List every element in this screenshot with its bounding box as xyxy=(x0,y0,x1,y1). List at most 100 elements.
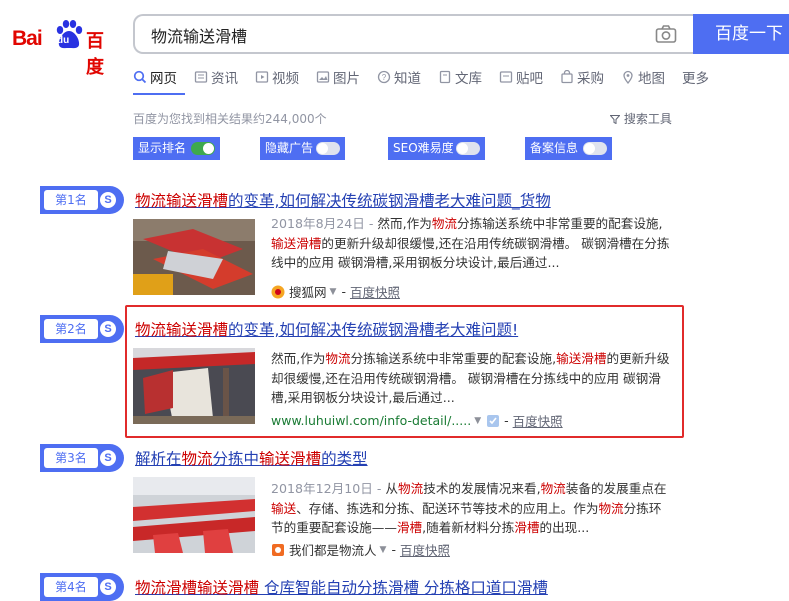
toggle-switch-off[interactable] xyxy=(583,142,607,155)
tab-wenku[interactable]: 文库 xyxy=(438,66,482,88)
sorting-line-image xyxy=(133,477,255,553)
highlighted-keyword: 物流 xyxy=(431,216,457,231)
text-segment: ,随着新材料分拣 xyxy=(422,520,515,535)
result-source: 搜狐网 ▼ - 百度快照 xyxy=(271,282,400,301)
filter-icon xyxy=(609,115,621,125)
result-snippet: 2018年8月24日 - 然而,作为物流分拣输送系统中非常重要的配套设施, 输送滑… xyxy=(271,214,673,273)
tab-label: 视频 xyxy=(272,71,299,87)
rank-label: 第4名 xyxy=(44,577,98,597)
rank-label: 第3名 xyxy=(44,448,98,468)
logo-bai-text: Bai xyxy=(12,27,43,50)
snapshot-link[interactable]: 百度快照 xyxy=(400,540,450,559)
baidu-logo[interactable]: Bai du 百度 xyxy=(12,14,116,78)
text-segment: 然而,作为 xyxy=(377,216,432,231)
dropdown-arrow-icon[interactable]: ▼ xyxy=(380,545,387,555)
seo-icon: S xyxy=(100,192,116,208)
highlighted-keyword: 输送滑槽 xyxy=(259,450,322,468)
search-icon xyxy=(133,70,147,84)
tab-video[interactable]: 视频 xyxy=(255,66,299,88)
tab-label: 图片 xyxy=(333,71,360,87)
toggle-seo-difficulty[interactable]: SEO难易度 xyxy=(388,137,485,160)
text-segment: 从 xyxy=(385,481,399,496)
document-icon xyxy=(439,70,451,84)
highlighted-keyword: 输送 xyxy=(271,500,297,516)
result-source: 我们都是物流人 ▼ - 百度快照 xyxy=(271,540,450,559)
purchase-icon xyxy=(561,70,573,84)
search-tabs: 网页 资讯 视频 图片 ? 知道 文库 贴吧 采购 地图 更多 xyxy=(133,66,726,96)
toggle-label: 隐藏广告 xyxy=(265,141,314,155)
result-title[interactable]: 物流输送滑槽的变革,如何解决传统碳钢滑槽老大难问题_货物 xyxy=(135,189,551,211)
logo-chinese-text: 百度 xyxy=(86,31,104,78)
result-snippet: 2018年12月10日 - 从物流技术的发展情况来看,物流装备的发展重点在输送、… xyxy=(271,479,673,538)
text-segment: 技术的发展情况来看, xyxy=(423,481,541,496)
toggle-show-rank[interactable]: 显示排名 xyxy=(133,137,220,160)
tab-image[interactable]: 图片 xyxy=(316,66,360,88)
dropdown-arrow-icon[interactable]: ▼ xyxy=(330,287,337,297)
text-segment: 、存储、拣选和分拣、配送环节等技术的应用上。作为 xyxy=(296,500,599,516)
tab-label: 地图 xyxy=(638,71,665,87)
tab-web[interactable]: 网页 xyxy=(133,66,177,88)
camera-icon[interactable] xyxy=(655,24,677,44)
text-segment: 装备的发展重点在 xyxy=(565,481,667,496)
highlighted-keyword: 物流 xyxy=(540,481,566,496)
toggle-label: 备案信息 xyxy=(530,141,579,155)
rank-badge: 第4名 S xyxy=(40,573,124,601)
snapshot-link[interactable]: 百度快照 xyxy=(350,282,400,301)
rank-badge: 第3名 S xyxy=(40,444,124,472)
result-title[interactable]: 解析在物流分拣中输送滑槽的类型 xyxy=(135,447,368,469)
text-segment: 的出现... xyxy=(539,520,590,535)
seo-icon: S xyxy=(100,321,116,337)
warehouse-chute-image xyxy=(133,219,255,295)
search-button[interactable]: 百度一下 xyxy=(693,14,789,54)
tab-label: 资讯 xyxy=(211,71,238,87)
svg-text:?: ? xyxy=(382,73,387,82)
question-icon: ? xyxy=(377,70,391,84)
search-tools-link[interactable]: 搜索工具 xyxy=(609,110,672,127)
search-input[interactable] xyxy=(149,16,633,54)
highlighted-keyword: 输送滑槽 xyxy=(271,235,322,251)
result-thumbnail[interactable] xyxy=(133,219,255,295)
result-title[interactable]: 物流滑槽输送滑槽 仓库智能自动分拣滑槽 分拣格口道口滑槽 xyxy=(135,576,548,598)
result-count: 百度为您找到相关结果约244,000个 xyxy=(133,112,327,126)
rank-label: 第1名 xyxy=(44,190,98,210)
tab-label: 更多 xyxy=(682,71,709,87)
source-name[interactable]: 搜狐网 xyxy=(289,282,327,301)
text-segment: 的类型 xyxy=(321,450,368,468)
text-segment: 的更新升级却很缓慢,还在沿用传统碳钢滑槽。 碳钢滑槽在分拣线中的应用 碳钢滑槽,… xyxy=(271,235,670,271)
tab-label: 采购 xyxy=(577,71,604,87)
toggle-switch-on[interactable] xyxy=(191,142,215,155)
highlighted-keyword: 物流 xyxy=(398,481,424,496)
text-segment: 分拣输送系统中非常重要的配套设施, xyxy=(457,216,663,231)
tab-news[interactable]: 资讯 xyxy=(194,66,238,88)
tab-zhidao[interactable]: ? 知道 xyxy=(377,66,421,88)
news-icon xyxy=(194,71,208,83)
result-date: 2018年8月24日 - xyxy=(271,216,378,231)
toggle-switch-off[interactable] xyxy=(456,142,480,155)
highlighted-keyword: 物流输送滑槽 xyxy=(135,192,229,210)
text-segment: 的变革,如何解决传统碳钢滑槽老大难问题_货物 xyxy=(228,192,551,210)
toggle-switch-off[interactable] xyxy=(316,142,340,155)
map-icon xyxy=(623,70,633,84)
seo-icon: S xyxy=(100,450,116,466)
result-highlight-frame xyxy=(125,305,684,438)
rank-badge: 第2名 S xyxy=(40,315,124,343)
text-segment: 解析在 xyxy=(135,450,182,468)
tab-more[interactable]: 更多 xyxy=(682,66,709,88)
toggle-icp-info[interactable]: 备案信息 xyxy=(525,137,612,160)
tab-map[interactable]: 地图 xyxy=(621,66,665,88)
search-box[interactable] xyxy=(133,14,693,54)
result-thumbnail[interactable] xyxy=(133,477,255,553)
highlighted-keyword: 物流滑槽输送滑槽 xyxy=(135,579,260,597)
highlighted-keyword: 物流 xyxy=(181,450,213,468)
image-icon xyxy=(316,71,330,83)
tab-label: 知道 xyxy=(394,71,421,87)
logo-du-text: du xyxy=(57,35,70,46)
source-name[interactable]: 我们都是物流人 xyxy=(289,540,377,559)
tab-purchase[interactable]: 采购 xyxy=(560,66,604,88)
rank-label: 第2名 xyxy=(44,319,98,339)
toggle-hide-ads[interactable]: 隐藏广告 xyxy=(260,137,345,160)
wuliu-icon xyxy=(272,543,284,556)
tab-tieba[interactable]: 贴吧 xyxy=(499,66,543,88)
tab-label: 网页 xyxy=(150,71,177,87)
tab-label: 贴吧 xyxy=(516,71,543,87)
